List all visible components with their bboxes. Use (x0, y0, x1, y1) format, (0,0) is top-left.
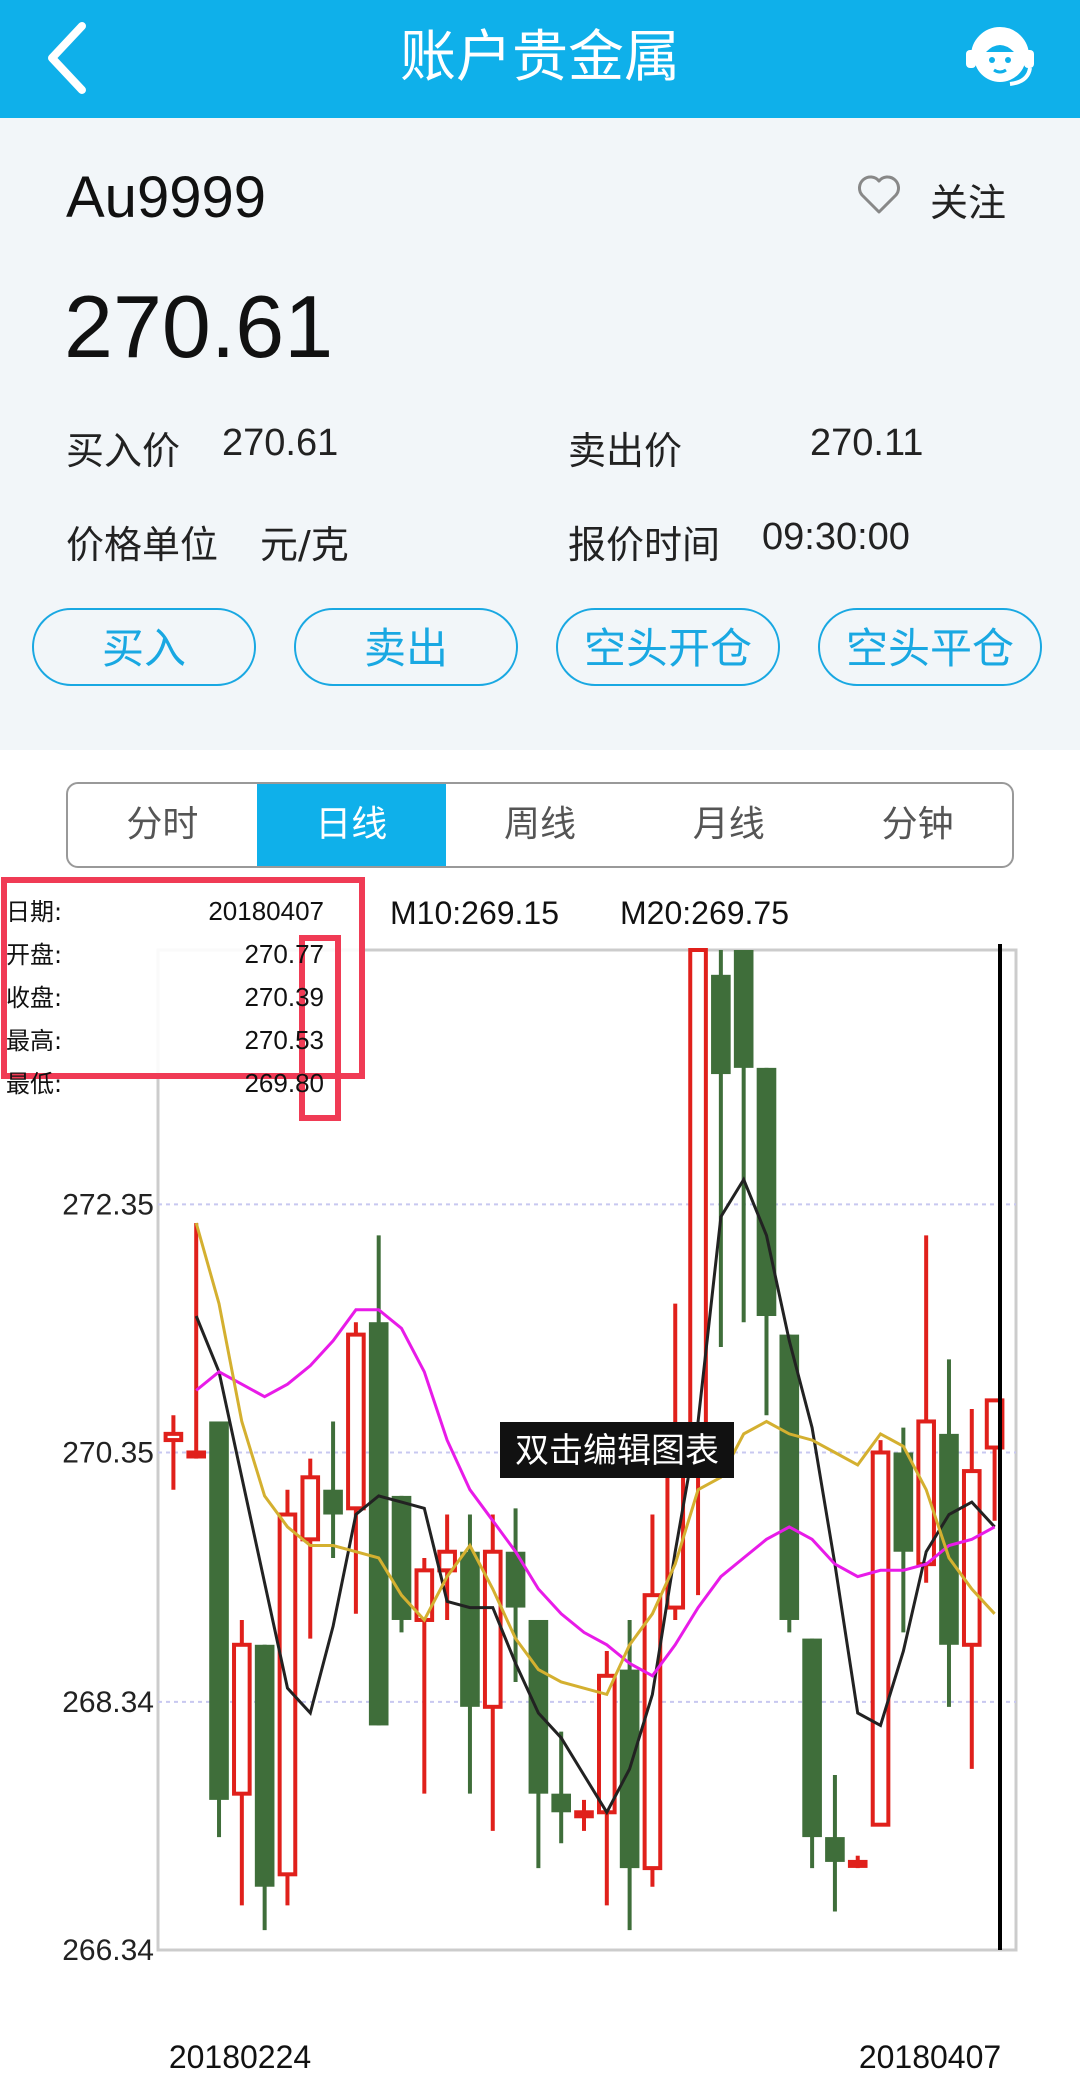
candle-body (186, 1450, 207, 1459)
quote-time-value: 09:30:00 (762, 516, 910, 558)
short-close-button[interactable]: 空头平仓 (818, 608, 1042, 686)
candle-body (368, 1322, 389, 1726)
candle-body (209, 1421, 229, 1800)
ma10-label: M10:269.15 (390, 895, 559, 931)
period-tabs: 分时 日线 周线 月线 分钟 (66, 782, 1014, 868)
candle-body (460, 1551, 480, 1707)
info-row-label: 收盘: (6, 984, 62, 1012)
ma20-label: M20:269.75 (620, 895, 789, 931)
tab-minute[interactable]: 分钟 (823, 784, 1012, 866)
candle-body (346, 1332, 366, 1511)
info-row-label: 日期: (6, 898, 62, 926)
y-tick-label: 268.34 (62, 1686, 154, 1719)
tab-weekly[interactable]: 周线 (446, 784, 635, 866)
info-row-label: 开盘: (6, 941, 62, 969)
candle-body (574, 1810, 594, 1819)
tab-daily[interactable]: 日线 (256, 784, 446, 866)
tab-intraday[interactable]: 分时 (68, 784, 257, 866)
candle-body (163, 1431, 184, 1443)
quote-time-label: 报价时间 (568, 523, 721, 567)
info-row-label: 最高: (6, 1027, 62, 1055)
candle-body (779, 1334, 800, 1620)
candle-body (254, 1644, 275, 1887)
buy-price-label: 买入价 (66, 429, 181, 473)
info-row-value: 269.80 (244, 1068, 324, 1098)
tab-monthly[interactable]: 月线 (634, 784, 823, 866)
sell-price-value: 270.11 (810, 422, 924, 464)
heart-icon[interactable] (856, 172, 902, 218)
customer-service-icon[interactable] (960, 16, 1040, 96)
candle-body (825, 1837, 845, 1862)
candle-body (893, 1452, 914, 1552)
x-start-label: 20180224 (169, 2039, 311, 2075)
candle-body (232, 1642, 252, 1796)
short-open-button[interactable]: 空头开仓 (556, 608, 780, 686)
info-row-label: 最低: (6, 1070, 62, 1098)
sell-button[interactable]: 卖出 (294, 608, 518, 686)
candle-body (642, 1593, 663, 1871)
candle-body (961, 1469, 982, 1647)
follow-label[interactable]: 关注 (930, 172, 1006, 227)
edit-hint-text: 双击编辑图表 (515, 1431, 719, 1471)
price-unit-value: 元/克 (260, 523, 349, 567)
current-price: 270.61 (64, 277, 334, 376)
y-tick-label: 270.35 (62, 1436, 154, 1469)
candle-body (711, 974, 731, 1075)
y-tick-label: 266.34 (62, 1934, 154, 1967)
symbol-name: Au9999 (66, 165, 266, 230)
candle-body (323, 1489, 343, 1515)
candle-body (733, 950, 754, 1068)
info-row-value: 20180407 (208, 896, 324, 926)
x-end-label: 20180407 (859, 2039, 1001, 2075)
y-tick-label: 272.35 (62, 1188, 154, 1221)
top-nav-bar: 账户贵金属 (0, 0, 1080, 118)
candle-body (802, 1638, 822, 1838)
candle-body (528, 1619, 549, 1794)
price-unit-label: 价格单位 (66, 523, 219, 567)
buy-button[interactable]: 买入 (32, 608, 256, 686)
candle-body (756, 1067, 777, 1317)
candle-body (551, 1793, 571, 1813)
kline-chart[interactable]: 272.35 270.35 268.34 266.34 M10:269.15 M20:26… (0, 868, 1080, 2087)
candle-body (870, 1450, 891, 1827)
page-title: 账户贵金属 (400, 25, 680, 90)
info-row-value: 270.53 (244, 1025, 324, 1055)
sell-price-label: 卖出价 (568, 429, 683, 473)
candle-body (847, 1859, 868, 1868)
candle-body (300, 1475, 321, 1542)
info-row-value: 270.39 (244, 982, 324, 1012)
candle-body (482, 1549, 503, 1709)
candle-body (597, 1673, 617, 1815)
info-row-value: 270.77 (244, 939, 324, 969)
buy-price-value: 270.61 (222, 422, 339, 464)
